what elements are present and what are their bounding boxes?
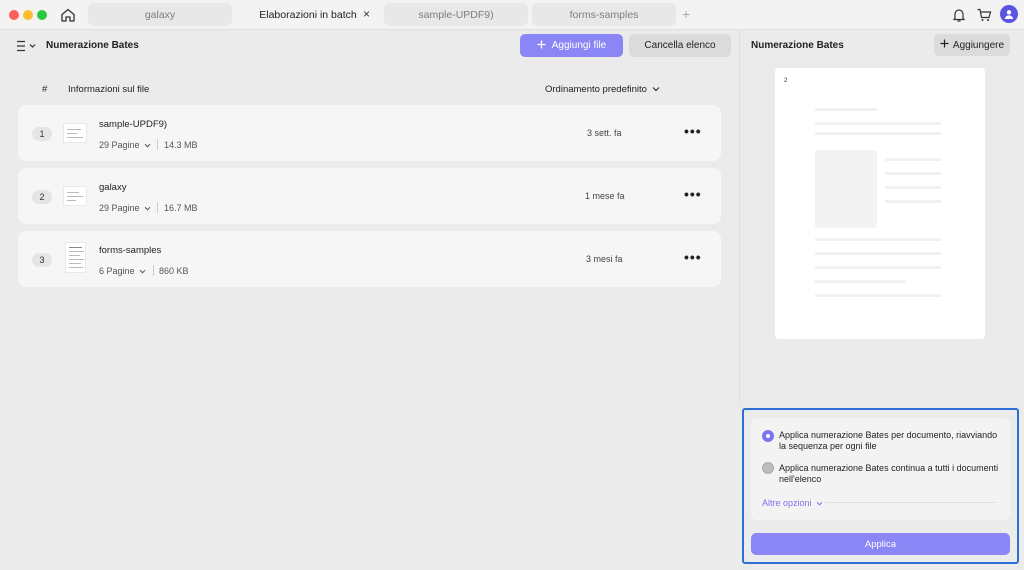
panel-divider (739, 30, 740, 406)
title-bar: galaxy Elaborazioni in batch × sample-UP… (0, 0, 1024, 30)
page-count: 6 Pagine (99, 266, 135, 276)
page-title: Numerazione Bates (46, 40, 139, 51)
page-preview: 2 (775, 68, 985, 339)
plus-icon (537, 40, 546, 52)
column-number-header: # (42, 84, 48, 95)
add-button[interactable]: Aggiungere (934, 34, 1010, 56)
add-label: Aggiungere (952, 39, 1005, 51)
apply-button[interactable]: Applica (751, 533, 1010, 555)
close-icon[interactable]: × (363, 8, 370, 20)
file-thumbnail (63, 186, 87, 206)
plus-icon (940, 39, 949, 51)
file-size: 16.7 MB (164, 203, 198, 213)
list-menu-icon[interactable] (16, 40, 38, 52)
tab-galaxy[interactable]: galaxy (88, 3, 232, 26)
column-info-header: Informazioni sul file (68, 84, 150, 95)
file-size: 14.3 MB (164, 140, 198, 150)
add-files-label: Aggiungi file (551, 40, 607, 51)
page-count: 29 Pagine (99, 140, 140, 150)
minimize-window-button[interactable] (23, 10, 33, 20)
tab-forms-samples[interactable]: forms-samples (532, 3, 676, 26)
modified-time: 1 mese fa (585, 191, 625, 201)
more-icon[interactable]: ••• (684, 123, 702, 139)
preview-image-block (815, 150, 877, 228)
options-divider (825, 502, 997, 503)
bell-icon[interactable] (950, 6, 968, 24)
chevron-down-icon (144, 203, 151, 213)
option-per-document-label[interactable]: Applica numerazione Bates per documento,… (779, 430, 1004, 452)
close-window-button[interactable] (9, 10, 19, 20)
row-divider (157, 139, 158, 150)
row-divider (157, 202, 158, 213)
file-name: forms-samples (99, 245, 162, 256)
chevron-down-icon (816, 498, 823, 508)
sort-label: Ordinamento predefinito (545, 84, 647, 95)
table-row[interactable]: 2 galaxy 29 Pagine 16.7 MB 1 mese fa ••• (18, 168, 721, 224)
panel-title: Numerazione Bates (751, 40, 844, 51)
modified-time: 3 sett. fa (587, 128, 622, 138)
more-icon[interactable]: ••• (684, 186, 702, 202)
file-name: sample-UPDF9) (99, 119, 168, 130)
zoom-window-button[interactable] (37, 10, 47, 20)
chevron-down-icon (144, 140, 151, 150)
file-name: galaxy (99, 182, 127, 193)
add-files-button[interactable]: Aggiungi file (520, 34, 623, 57)
table-row[interactable]: 1 sample-UPDF9) 29 Pagine 14.3 MB 3 sett… (18, 105, 721, 161)
radio-continuous[interactable] (762, 462, 774, 474)
chevron-down-icon (652, 84, 660, 95)
add-tab-button[interactable]: + (682, 6, 690, 22)
row-index: 3 (32, 253, 52, 267)
modified-time: 3 mesi fa (586, 254, 623, 264)
sort-dropdown[interactable]: Ordinamento predefinito (545, 84, 660, 95)
chevron-down-icon (139, 266, 146, 276)
tab-batch-processing[interactable]: Elaborazioni in batch × (236, 3, 380, 26)
option-continuous-label[interactable]: Applica numerazione Bates continua a tut… (779, 463, 1004, 485)
tab-label: sample-UPDF9) (418, 8, 494, 21)
page-count-dropdown[interactable]: 6 Pagine (99, 266, 146, 276)
file-size: 860 KB (159, 266, 189, 276)
home-icon[interactable] (58, 5, 78, 25)
row-index: 2 (32, 190, 52, 204)
tab-label: Elaborazioni in batch (259, 8, 357, 21)
page-count-dropdown[interactable]: 29 Pagine (99, 140, 151, 150)
cart-icon[interactable] (975, 6, 993, 24)
page-count-dropdown[interactable]: 29 Pagine (99, 203, 151, 213)
more-icon[interactable]: ••• (684, 249, 702, 265)
bates-number-stamp: 2 (784, 78, 788, 84)
row-index: 1 (32, 127, 52, 141)
table-row[interactable]: 3 forms-samples 6 Pagine 860 KB 3 mesi f… (18, 231, 721, 287)
radio-per-document[interactable] (762, 430, 774, 442)
file-thumbnail (63, 123, 87, 143)
file-thumbnail (65, 242, 86, 273)
page-count: 29 Pagine (99, 203, 140, 213)
more-options-toggle[interactable]: Altre opzioni (762, 498, 823, 508)
tab-sample-updf[interactable]: sample-UPDF9) (384, 3, 528, 26)
tab-label: forms-samples (569, 8, 639, 21)
more-options-label: Altre opzioni (762, 498, 812, 508)
clear-list-button[interactable]: Cancella elenco (629, 34, 731, 57)
user-avatar-icon[interactable] (1000, 5, 1018, 23)
row-divider (153, 265, 154, 276)
tab-label: galaxy (144, 8, 176, 21)
